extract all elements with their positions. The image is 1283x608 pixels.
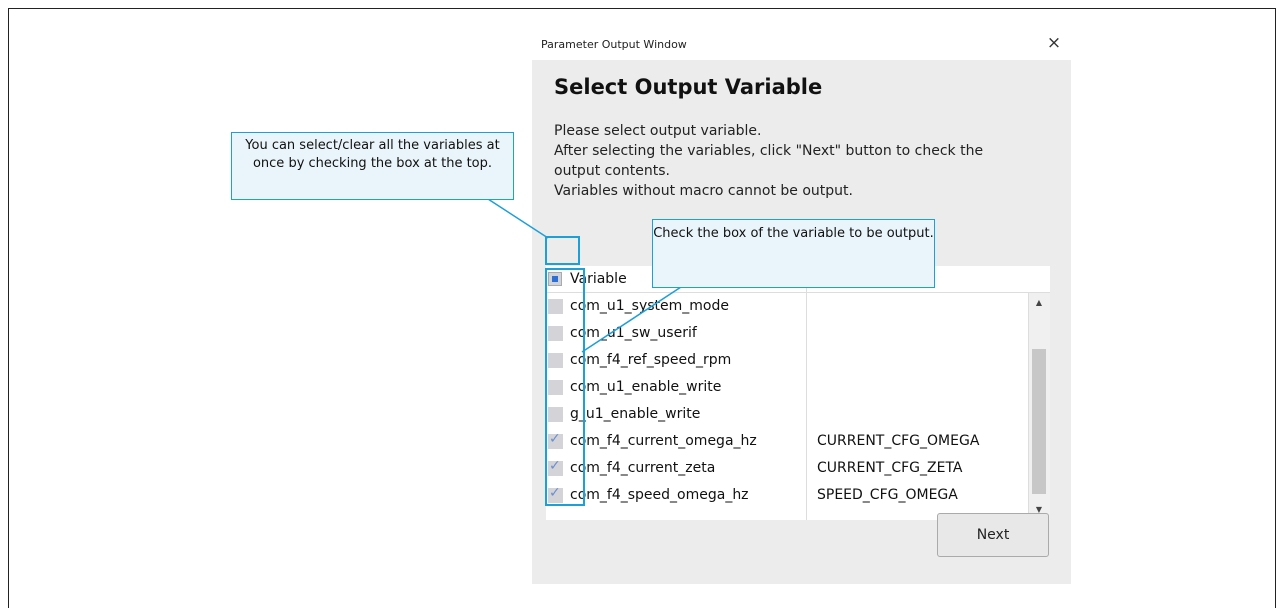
table-row[interactable]: com_u1_system_mode [546,293,1028,320]
variable-name-cell: com_u1_sw_userif [570,325,697,341]
next-button[interactable]: Next [937,513,1049,557]
macro-cell: CURRENT_CFG_OMEGA [817,433,980,449]
variable-name-cell: com_f4_ref_speed_rpm [570,352,732,368]
macro-cell: CURRENT_CFG_ZETA [817,460,963,476]
variable-name-cell: g_u1_enable_write [570,406,701,422]
callout-check-box: Check the box of the variable to be outp… [652,219,935,288]
description: Please select output variable. After sel… [554,121,983,201]
table-body: com_u1_system_mode com_u1_sw_userif com_f4… [546,293,1028,509]
table-row[interactable]: g_u1_enable_write [546,401,1028,428]
description-line: Please select output variable. [554,123,762,139]
window-content: Select Output Variable Please select out… [532,60,1071,584]
variable-table: Variable com_u1_system_mode com_u1_sw_use… [546,266,1050,520]
description-line: After selecting the variables, click "Ne… [554,143,984,159]
table-row[interactable]: com_f4_ref_speed_rpm [546,347,1028,374]
vertical-scrollbar[interactable]: ▲ ▼ [1028,293,1050,520]
scroll-thumb[interactable] [1032,349,1046,494]
close-icon[interactable]: × [1043,33,1065,55]
variable-name-cell: com_u1_enable_write [570,379,722,395]
scroll-up-icon[interactable]: ▲ [1033,297,1045,309]
callout-select-all: You can select/clear all the variables a… [231,132,514,200]
variable-name-cell: com_f4_current_omega_hz [570,433,757,449]
description-line: Variables without macro cannot be output… [554,183,853,199]
macro-cell: SPEED_CFG_OMEGA [817,487,958,503]
select-all-highlight [545,236,580,265]
variable-name-cell: com_u1_system_mode [570,298,729,314]
variable-name-cell: com_f4_current_zeta [570,460,716,476]
table-row[interactable]: com_f4_speed_omega_hz SPEED_CFG_OMEGA [546,482,1028,509]
table-row[interactable]: com_f4_current_zeta CURRENT_CFG_ZETA [546,455,1028,482]
table-row[interactable]: com_u1_sw_userif [546,320,1028,347]
table-row[interactable]: com_u1_enable_write [546,374,1028,401]
variable-name-cell: com_f4_speed_omega_hz [570,487,749,503]
title-bar: Parameter Output Window × [532,28,1071,60]
description-line: output contents. [554,163,670,179]
window-title: Parameter Output Window [541,38,687,51]
parameter-output-window: Parameter Output Window × Select Output … [532,28,1071,584]
table-row[interactable]: com_f4_current_omega_hz CURRENT_CFG_OMEGA [546,428,1028,455]
page-title: Select Output Variable [554,75,823,99]
row-checkboxes-highlight [545,268,585,506]
